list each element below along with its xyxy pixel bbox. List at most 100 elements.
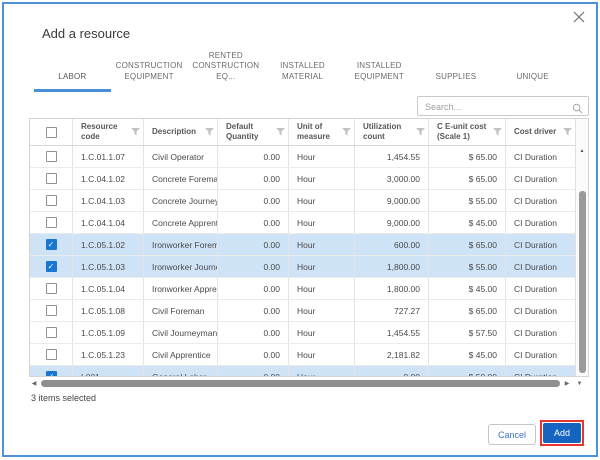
cell-code: 1.C.04.1.02 [73,168,144,189]
cell-cost-driver: CI Duration [514,349,557,360]
cell-description: Concrete Journey... [144,190,218,211]
cell-utilization-count: 1,800.00 [355,278,429,299]
row-checkbox[interactable] [45,305,57,316]
table-row[interactable]: 1.C.04.1.04Concrete Apprentice0.00Hour9,… [30,212,575,234]
filter-icon[interactable] [493,128,502,139]
row-checkbox-cell: ✓ [30,256,73,277]
cell-unit-cost: $ 50.00 [429,366,506,376]
filter-icon[interactable] [205,128,214,139]
row-checkbox-cell [30,168,73,189]
filter-icon[interactable] [416,128,425,139]
cell-unit: Hour [289,212,355,233]
row-checkbox[interactable] [45,217,57,228]
row-checkbox[interactable] [45,349,57,360]
selection-status: 3 items selected [31,393,97,403]
column-header-label: Description [152,127,197,136]
cell-unit-cost: $ 45.00 [429,212,506,233]
cell-code: 1.C.05.1.08 [73,300,144,321]
column-header-default-quantity[interactable]: Default Quantity [218,119,289,145]
scroll-left-icon[interactable]: ◀ [29,380,39,387]
column-header-cost-driver[interactable]: Cost driver [506,119,575,145]
tab-label: CONSTRUCTION EQUIPMENT [115,61,183,82]
column-header-c-e-unit-cost-scale-1[interactable]: C E-unit cost (Scale 1) [429,119,506,145]
cell-default-quantity: 0.00 [218,366,289,376]
row-checkbox[interactable]: ✓ [45,261,57,272]
tab-installed-equipment[interactable]: INSTALLED EQUIPMENT [341,56,418,92]
filter-icon[interactable] [276,128,285,139]
tab-supplies[interactable]: SUPPLIES [418,56,495,92]
row-checkbox[interactable] [45,151,57,162]
cell-default-quantity: 0.00 [218,322,289,343]
row-checkbox[interactable] [45,327,57,338]
cell-unit: Hour [289,168,355,189]
cell-code: 1.C.05.1.09 [73,322,144,343]
cell-cost-driver: CI Duration [514,173,557,184]
row-checkbox[interactable] [45,173,57,184]
cell-default-quantity: 0.00 [218,212,289,233]
table-row[interactable]: 1.C.05.1.23 Civil Apprentice 0.00 Hour 2,181… [30,344,575,366]
row-checkbox-cell [30,322,73,343]
cell-utilization-count: 1,454.55 [355,146,429,167]
select-all-checkbox[interactable] [45,126,57,138]
tab-label: INSTALLED MATERIAL [280,61,325,82]
search-input[interactable] [418,98,569,116]
tab-bar: LABOR CONSTRUCTION EQUIPMENT RENTED CONSTR… [34,51,571,92]
vertical-scrollbar[interactable]: ▲ [575,119,588,376]
cell-code: 1.C.05.1.23 [73,344,144,365]
add-button[interactable]: Add [543,423,581,443]
cell-unit-cost: $ 65.00 [429,146,506,167]
horizontal-scrollbar-thumb[interactable] [41,380,560,387]
tab-rented-construction-eq[interactable]: RENTED CONSTRUCTION EQ... [187,51,264,92]
cell-default-quantity: 0.00 [218,234,289,255]
cell-utilization-count: 3,000.00 [355,168,429,189]
horizontal-scrollbar[interactable]: ◀ ▶ ▼ [29,378,587,389]
tab-labor[interactable]: LABOR [34,56,111,92]
cell-description: Ironworker Foreman [144,234,218,255]
tab-unique[interactable]: UNIQUE [494,56,571,92]
cell-code: 1.C.05.1.04 [73,278,144,299]
tab-installed-material[interactable]: INSTALLED MATERIAL [264,56,341,92]
row-checkbox[interactable] [45,283,57,294]
row-checkbox[interactable]: ✓ [45,239,57,250]
tab-construction-equipment[interactable]: CONSTRUCTION EQUIPMENT [111,56,188,92]
table-row[interactable]: 1.C.04.1.02 Concrete Foreman 0.00 Hour 3,000… [30,168,575,190]
scroll-up-icon[interactable]: ▲ [576,148,588,154]
cell-default-quantity: 0.00 [218,168,289,189]
cell-default-quantity: 0.00 [218,300,289,321]
cell-utilization-count: 9,000.00 [355,190,429,211]
cell-utilization-count: 2,181.82 [355,344,429,365]
table-row[interactable]: ✓ 1.C.05.1.02Ironworker Foreman0.00Hour60… [30,234,575,256]
column-header-description[interactable]: Description [144,119,218,145]
table-row[interactable]: ✓ 1.C.05.1.03Ironworker Journe...0.00Hour… [30,256,575,278]
cell-cost-driver: CI Duration [514,217,557,228]
search-icon [572,101,583,119]
table-row[interactable]: ✓L001General Labor0.00Hour0.00$ 50.00CI … [30,366,575,376]
table-row[interactable]: 1.C.05.1.09 Civil Journeyman 0.00 Hour 1,454… [30,322,575,344]
column-header-utilization-count[interactable]: Utilization count [355,119,429,145]
column-header-label: Unit of measure [297,122,330,141]
tab-label: SUPPLIES [435,72,477,82]
cell-description: Concrete Foreman [144,168,218,189]
scroll-right-icon[interactable]: ▶ [562,380,572,387]
row-checkbox[interactable]: ✓ [45,371,57,376]
cell-utilization-count: 1,800.00 [355,256,429,277]
row-checkbox[interactable] [45,195,57,206]
table-row[interactable]: 1.C.05.1.04Ironworker Appren...0.00Hour1… [30,278,575,300]
table-row[interactable]: 1.C.04.1.03Concrete Journey...0.00Hour9,… [30,190,575,212]
table-row[interactable]: 1.C.05.1.08 Civil Foreman 0.00 Hour 727.27 $ … [30,300,575,322]
cell-unit-cost: $ 55.00 [429,190,506,211]
column-header-unit-of-measure[interactable]: Unit of measure [289,119,355,145]
tab-label: LABOR [58,72,87,82]
scroll-down-icon[interactable]: ▼ [572,381,587,387]
cell-cost-driver: CI Duration [514,305,557,316]
row-checkbox-cell: ✓ [30,234,73,255]
filter-icon[interactable] [563,128,572,139]
vertical-scrollbar-thumb[interactable] [579,191,586,373]
filter-icon[interactable] [342,128,351,139]
cancel-button[interactable]: Cancel [488,424,536,445]
cell-unit-cost: $ 57.50 [429,322,506,343]
table-row[interactable]: 1.C.01.1.07 Civil Operator 0.00 Hour 1,454.5… [30,146,575,168]
close-button[interactable] [572,10,588,26]
column-header-resource-code[interactable]: Resource code [73,119,144,145]
filter-icon[interactable] [131,128,140,139]
